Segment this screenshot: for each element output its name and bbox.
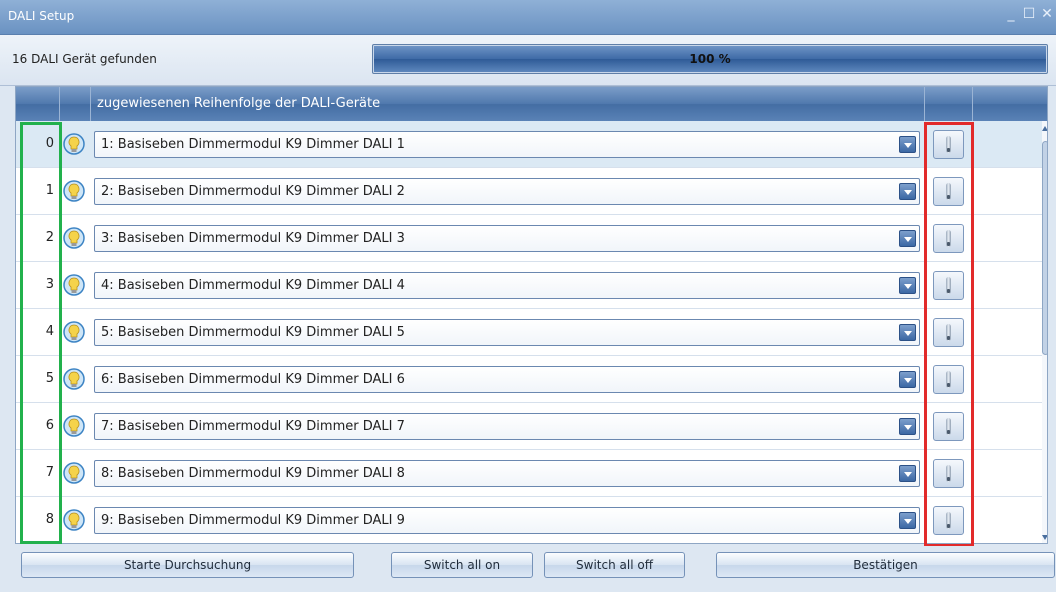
chevron-down-icon[interactable] xyxy=(899,465,916,482)
device-row[interactable]: 5 6: Basiseben Dimmermodul K9 Dimmer DALI… xyxy=(16,356,1042,403)
device-select[interactable]: 6: Basiseben Dimmermodul K9 Dimmer DALI … xyxy=(94,366,920,393)
window-controls: _ ☐ ✕ xyxy=(1002,6,1056,22)
header-device-order-label: zugewiesenen Reihenfolge der DALI-Geräte xyxy=(97,96,381,111)
device-select[interactable]: 1: Basiseben Dimmermodul K9 Dimmer DALI … xyxy=(94,131,920,158)
lightbulb-icon[interactable] xyxy=(63,368,85,392)
scroll-up-icon[interactable] xyxy=(1042,123,1047,133)
start-search-button[interactable]: Starte Durchsuchung xyxy=(21,552,354,578)
devices-found-label: 16 DALI Gerät gefunden xyxy=(12,52,157,66)
device-select[interactable]: 9: Basiseben Dimmermodul K9 Dimmer DALI … xyxy=(94,507,920,534)
device-select-value: 7: Basiseben Dimmermodul K9 Dimmer DALI … xyxy=(101,419,405,434)
lightbulb-icon[interactable] xyxy=(63,321,85,345)
device-grid: zugewiesenen Reihenfolge der DALI-Geräte… xyxy=(15,86,1048,544)
lightbulb-icon[interactable] xyxy=(63,462,85,486)
lightbulb-icon[interactable] xyxy=(63,133,85,157)
device-select-value: 1: Basiseben Dimmermodul K9 Dimmer DALI … xyxy=(101,137,405,152)
device-row[interactable]: 8 9: Basiseben Dimmermodul K9 Dimmer DALI… xyxy=(16,497,1042,543)
device-select-value: 2: Basiseben Dimmermodul K9 Dimmer DALI … xyxy=(101,184,405,199)
chevron-down-icon[interactable] xyxy=(899,230,916,247)
switch-column-highlight xyxy=(924,122,974,547)
scan-progress-bar: 100 % xyxy=(372,44,1048,74)
close-icon[interactable]: ✕ xyxy=(1038,6,1056,22)
device-select[interactable]: 8: Basiseben Dimmermodul K9 Dimmer DALI … xyxy=(94,460,920,487)
device-select-value: 8: Basiseben Dimmermodul K9 Dimmer DALI … xyxy=(101,466,405,481)
chevron-down-icon[interactable] xyxy=(899,277,916,294)
chevron-down-icon[interactable] xyxy=(899,136,916,153)
minimize-icon[interactable]: _ xyxy=(1002,6,1020,22)
lightbulb-icon[interactable] xyxy=(63,509,85,533)
status-bar: 16 DALI Gerät gefunden 100 % xyxy=(0,35,1056,86)
chevron-down-icon[interactable] xyxy=(899,183,916,200)
maximize-icon[interactable]: ☐ xyxy=(1020,6,1038,22)
footer-toolbar: Starte Durchsuchung Switch all on Switch… xyxy=(0,546,1056,592)
device-row[interactable]: 2 3: Basiseben Dimmermodul K9 Dimmer DALI… xyxy=(16,215,1042,262)
title-bar: DALI Setup _ ☐ ✕ xyxy=(0,0,1056,35)
device-select[interactable]: 4: Basiseben Dimmermodul K9 Dimmer DALI … xyxy=(94,272,920,299)
index-column-highlight xyxy=(20,122,62,544)
device-select[interactable]: 7: Basiseben Dimmermodul K9 Dimmer DALI … xyxy=(94,413,920,440)
chevron-down-icon[interactable] xyxy=(899,324,916,341)
header-index[interactable] xyxy=(16,87,60,121)
switch-all-off-button[interactable]: Switch all off xyxy=(544,552,685,578)
confirm-button[interactable]: Bestätigen xyxy=(716,552,1055,578)
chevron-down-icon[interactable] xyxy=(899,512,916,529)
grid-header: zugewiesenen Reihenfolge der DALI-Geräte xyxy=(16,87,1047,121)
device-select[interactable]: 3: Basiseben Dimmermodul K9 Dimmer DALI … xyxy=(94,225,920,252)
dali-setup-window: DALI Setup _ ☐ ✕ 16 DALI Gerät gefunden 10… xyxy=(0,0,1056,592)
window-title: DALI Setup xyxy=(8,9,75,23)
device-select-value: 5: Basiseben Dimmermodul K9 Dimmer DALI … xyxy=(101,325,405,340)
switch-all-on-button[interactable]: Switch all on xyxy=(391,552,533,578)
lightbulb-icon[interactable] xyxy=(63,274,85,298)
lightbulb-icon[interactable] xyxy=(63,415,85,439)
device-row[interactable]: 3 4: Basiseben Dimmermodul K9 Dimmer DALI… xyxy=(16,262,1042,309)
progress-label: 100 % xyxy=(689,52,731,66)
vertical-scrollbar[interactable] xyxy=(1042,121,1047,543)
device-select[interactable]: 2: Basiseben Dimmermodul K9 Dimmer DALI … xyxy=(94,178,920,205)
device-select-value: 3: Basiseben Dimmermodul K9 Dimmer DALI … xyxy=(101,231,405,246)
device-row[interactable]: 4 5: Basiseben Dimmermodul K9 Dimmer DALI… xyxy=(16,309,1042,356)
chevron-down-icon[interactable] xyxy=(899,371,916,388)
device-select[interactable]: 5: Basiseben Dimmermodul K9 Dimmer DALI … xyxy=(94,319,920,346)
header-device-order[interactable]: zugewiesenen Reihenfolge der DALI-Geräte xyxy=(91,87,925,121)
header-extra[interactable] xyxy=(973,87,1047,121)
device-row[interactable]: 1 2: Basiseben Dimmermodul K9 Dimmer DALI… xyxy=(16,168,1042,215)
scroll-thumb[interactable] xyxy=(1042,141,1047,355)
lightbulb-icon[interactable] xyxy=(63,227,85,251)
device-row[interactable]: 0 1: Basiseben Dimmermodul K9 Dimmer DALI… xyxy=(16,121,1042,168)
header-icon[interactable] xyxy=(60,87,91,121)
device-select-value: 6: Basiseben Dimmermodul K9 Dimmer DALI … xyxy=(101,372,405,387)
device-select-value: 4: Basiseben Dimmermodul K9 Dimmer DALI … xyxy=(101,278,405,293)
chevron-down-icon[interactable] xyxy=(899,418,916,435)
lightbulb-icon[interactable] xyxy=(63,180,85,204)
device-row[interactable]: 6 7: Basiseben Dimmermodul K9 Dimmer DALI… xyxy=(16,403,1042,450)
device-row[interactable]: 7 8: Basiseben Dimmermodul K9 Dimmer DALI… xyxy=(16,450,1042,497)
device-select-value: 9: Basiseben Dimmermodul K9 Dimmer DALI … xyxy=(101,513,405,528)
header-switch[interactable] xyxy=(925,87,973,121)
scroll-down-icon[interactable] xyxy=(1042,533,1047,543)
